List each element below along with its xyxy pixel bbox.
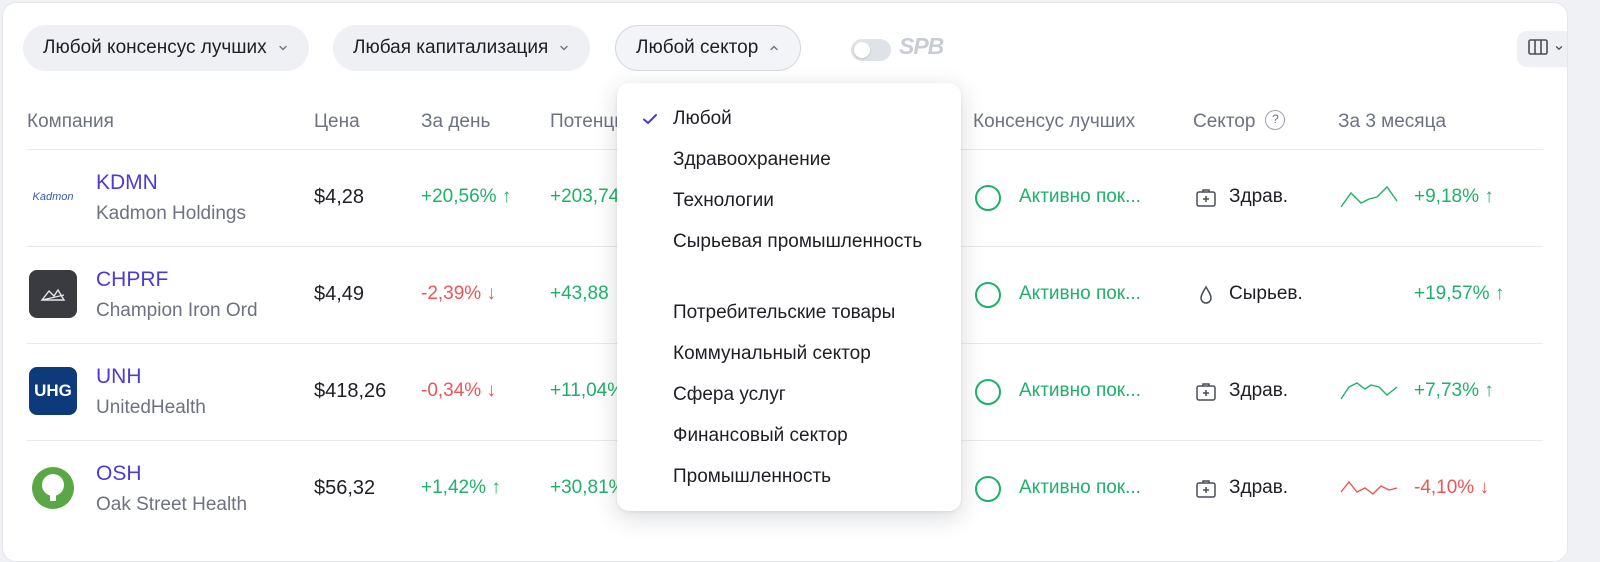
- three-month-change: +19,57% ↑: [1414, 283, 1505, 304]
- header-sector[interactable]: Сектор?: [1193, 109, 1286, 133]
- ticker-link[interactable]: UNH: [96, 365, 142, 389]
- potential: +30,81%: [550, 477, 620, 498]
- consensus-ring-icon: [975, 185, 1001, 211]
- sector-option-consumer-goods[interactable]: Потребительские товары: [673, 297, 943, 328]
- ticker-link[interactable]: CHPRF: [96, 268, 168, 292]
- company-name: UnitedHealth: [96, 397, 206, 418]
- sector-dropdown-menu: Любой Здравоохранение Технологии Сырьева…: [617, 83, 961, 511]
- sparkline: [1340, 185, 1398, 208]
- drop-icon: [1195, 284, 1217, 306]
- sector-option-services[interactable]: Сфера услуг: [673, 379, 943, 410]
- consensus-text: Активно пок...: [1019, 477, 1141, 498]
- screener-panel: Любой консенсус лучших Любая капитализац…: [2, 2, 1568, 562]
- three-month-change: -4,10% ↓: [1414, 477, 1489, 498]
- sector-option-technology[interactable]: Технологии: [673, 185, 943, 216]
- chevron-down-icon: [558, 42, 570, 54]
- uhg-logo-text: UHG: [34, 381, 72, 400]
- spb-exchange-logo: SPB: [899, 33, 944, 59]
- consensus-ring-icon: [975, 476, 1001, 502]
- header-three-months[interactable]: За 3 месяца: [1338, 111, 1446, 133]
- consensus-filter-label: Любой консенсус лучших: [43, 37, 267, 58]
- three-month-change: +9,18% ↑: [1414, 186, 1494, 207]
- help-icon[interactable]: ?: [1265, 109, 1286, 130]
- consensus-text: Активно пок...: [1019, 380, 1141, 401]
- day-change: -0,34% ↓: [421, 380, 496, 401]
- checkmark-icon: [643, 114, 657, 124]
- price: $56,32: [314, 477, 376, 499]
- sector-option-utilities[interactable]: Коммунальный сектор: [673, 338, 943, 369]
- sparkline: [1340, 382, 1398, 400]
- header-price[interactable]: Цена: [314, 111, 360, 133]
- company-logo: [29, 270, 77, 318]
- day-change: +1,42% ↑: [421, 477, 501, 498]
- day-change: +20,56% ↑: [421, 186, 512, 207]
- sector-option-industrials[interactable]: Промышленность: [673, 461, 943, 492]
- consensus-filter[interactable]: Любой консенсус лучших: [23, 25, 309, 71]
- chevron-up-icon: [768, 42, 780, 54]
- sector-option-healthcare[interactable]: Здравоохранение: [673, 144, 943, 175]
- columns-icon: [1528, 38, 1548, 60]
- capitalization-filter[interactable]: Любая капитализация: [333, 25, 591, 71]
- exchange-toggle[interactable]: [851, 39, 891, 61]
- chevron-down-icon: [277, 42, 289, 54]
- potential: +11,04%: [550, 380, 620, 401]
- header-day[interactable]: За день: [421, 111, 490, 133]
- ticker-link[interactable]: OSH: [96, 462, 142, 486]
- header-consensus[interactable]: Консенсус лучших: [973, 111, 1135, 133]
- sparkline: [1340, 480, 1398, 495]
- consensus-ring-icon: [975, 282, 1001, 308]
- company-logo: Kadmon: [29, 173, 77, 221]
- medkit-icon: [1195, 381, 1217, 403]
- three-month-change: +7,73% ↑: [1414, 380, 1494, 401]
- price: $4,28: [314, 186, 365, 208]
- columns-settings-button[interactable]: [1517, 31, 1567, 67]
- header-company[interactable]: Компания: [27, 111, 114, 133]
- chevron-down-icon: [1554, 40, 1564, 58]
- medkit-icon: [1195, 478, 1217, 500]
- sector-option-any[interactable]: Любой: [673, 103, 943, 134]
- header-sector-label: Сектор: [1193, 111, 1256, 132]
- potential: +43,88: [550, 283, 609, 304]
- consensus-ring-icon: [975, 379, 1001, 405]
- oak-tree-icon: [32, 467, 74, 509]
- company-name: Kadmon Holdings: [96, 203, 246, 224]
- sector-option-financial[interactable]: Финансовый сектор: [673, 420, 943, 451]
- sector-name: Здрав.: [1229, 186, 1289, 207]
- sector-option-materials[interactable]: Сырьевая промышленность: [673, 226, 943, 257]
- day-change: -2,39% ↓: [421, 283, 496, 304]
- medkit-icon: [1195, 187, 1217, 209]
- mountain-icon: [40, 288, 66, 301]
- sector-filter[interactable]: Любой сектор: [615, 25, 802, 71]
- sector-name: Здрав.: [1229, 380, 1289, 401]
- company-logo: UHG: [29, 367, 77, 415]
- sector-name: Здрав.: [1229, 477, 1289, 498]
- company-name: Oak Street Health: [96, 494, 248, 515]
- company-logo: [29, 464, 77, 512]
- consensus-text: Активно пок...: [1019, 283, 1141, 304]
- potential: +203,74: [550, 186, 620, 207]
- sector-filter-label: Любой сектор: [636, 37, 759, 58]
- sector-name: Сырьев.: [1229, 283, 1303, 304]
- price: $418,26: [314, 380, 387, 402]
- consensus-text: Активно пок...: [1019, 186, 1141, 207]
- capitalization-filter-label: Любая капитализация: [353, 37, 549, 58]
- ticker-link[interactable]: KDMN: [96, 171, 158, 195]
- kadmon-logo-text: Kadmon: [32, 191, 74, 203]
- price: $4,49: [314, 283, 365, 305]
- company-name: Champion Iron Ord: [96, 300, 258, 321]
